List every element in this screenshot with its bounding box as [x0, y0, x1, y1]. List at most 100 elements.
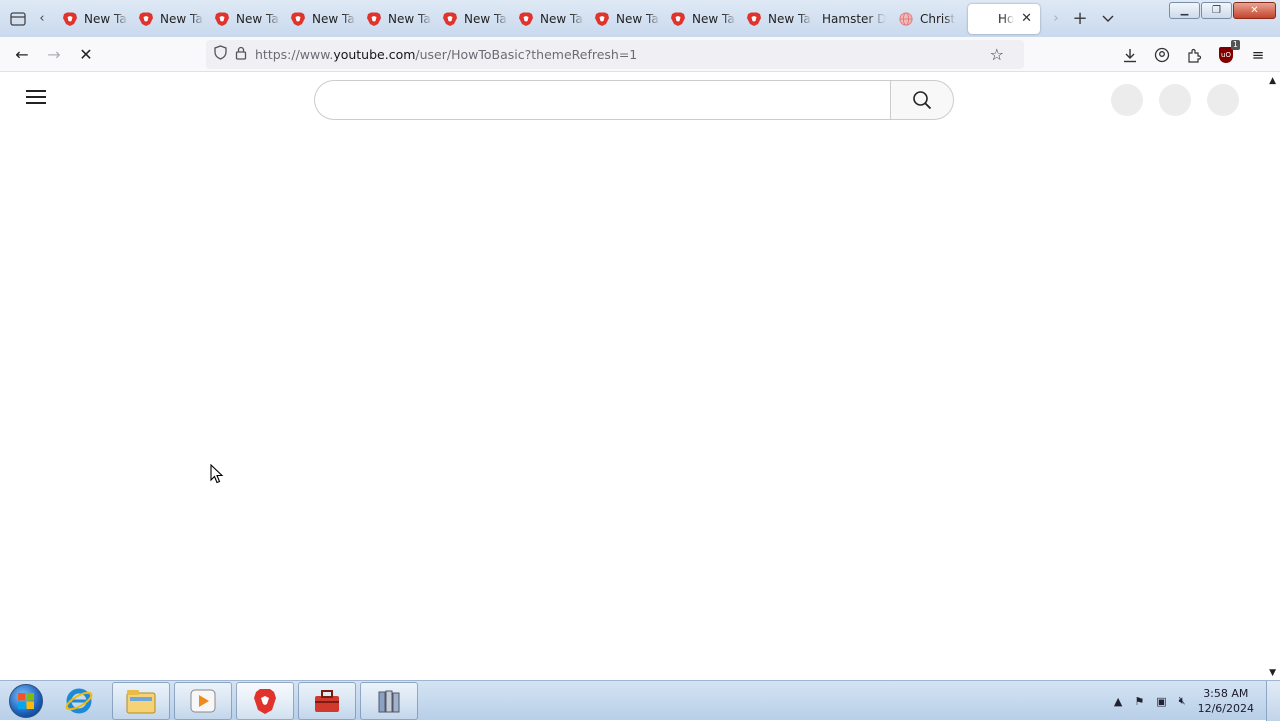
clock-time: 3:58 AM [1203, 687, 1249, 700]
tab-8[interactable]: New Tab [660, 4, 736, 34]
globe-icon [899, 11, 913, 26]
tab-3[interactable]: New Tab [280, 4, 356, 34]
navigation-bar: ← → ✕ https://www.youtube.com/user/HowTo… [0, 37, 1280, 72]
tab-label: New Tab [540, 11, 584, 26]
tab-active-label: Ho [998, 11, 1015, 26]
downloads-icon[interactable] [1114, 40, 1146, 70]
search-box [314, 80, 954, 120]
brave-lion-icon [671, 12, 685, 26]
account-icon[interactable] [1146, 40, 1178, 70]
mouse-cursor-icon [210, 463, 224, 487]
tab-strip: ‹ New TabNew TabNew TabNew TabNew TabNew… [0, 0, 1280, 37]
clock-date: 12/6/2024 [1197, 702, 1254, 715]
extensions-puzzle-icon[interactable] [1178, 40, 1210, 70]
tab-label: New Tab [236, 11, 280, 26]
toolbox-icon [315, 689, 339, 712]
placeholder-circle-icon [1111, 84, 1143, 116]
brave-lion-icon [139, 12, 153, 26]
search-icon [913, 91, 932, 110]
taskbar-clock[interactable]: 3:58 AM 12/6/2024 [1198, 686, 1254, 716]
action-center-flag-icon[interactable]: ⚑ [1134, 695, 1144, 708]
close-window-button[interactable]: ✕ [1233, 2, 1276, 19]
tab-label: New Tab [84, 11, 128, 26]
tab-active[interactable]: Ho ✕ [968, 3, 1040, 34]
taskbar-toolbox-app[interactable] [298, 681, 356, 720]
tab-overflow-chevron-icon[interactable] [1094, 5, 1122, 33]
tab-label: New Tab [616, 11, 660, 26]
lock-icon[interactable] [235, 46, 247, 64]
tab-0[interactable]: New Tab [52, 4, 128, 34]
tab-label: Christ [920, 11, 956, 26]
scroll-down-arrow-icon[interactable]: ▼ [1269, 668, 1276, 678]
extension-count-badge: 1 [1230, 40, 1240, 50]
brave-lion-icon [519, 12, 533, 26]
tab-label: Hamster D [822, 11, 887, 26]
search-input[interactable] [314, 80, 890, 120]
brave-lion-icon [215, 12, 229, 26]
bookmark-star-icon[interactable]: ☆ [990, 45, 1004, 64]
tab-label: New Tab [312, 11, 356, 26]
brave-lion-icon [367, 12, 381, 26]
windows-taskbar: ▲ ⚑ ▣ 🔇︎ 3:58 AM 12/6/2024 [0, 680, 1280, 721]
taskbar-brave-browser[interactable] [236, 681, 294, 720]
window-controls: ▁ ❐ ✕ [1168, 2, 1276, 19]
tab-1[interactable]: New Tab [128, 4, 204, 34]
tab-label: New Tab [692, 11, 736, 26]
tab-10[interactable]: Hamster D [812, 4, 888, 34]
tab-9[interactable]: New Tab [736, 4, 812, 34]
toolbar-right: uO 1 ≡ [1114, 40, 1274, 70]
tabs-container: New Tab New Tab New Tab New Tab New Tab New T… [52, 4, 964, 34]
new-tab-plus-icon[interactable]: + [1066, 5, 1094, 33]
tab-label: New Tab [388, 11, 432, 26]
archive-books-icon [378, 690, 400, 712]
search-button[interactable] [890, 80, 954, 120]
tab-2[interactable]: New Tab [204, 4, 280, 34]
tracking-protection-shield-icon[interactable] [214, 45, 227, 64]
stop-loading-icon[interactable]: ✕ [70, 39, 102, 69]
show-desktop-button[interactable] [1266, 681, 1280, 721]
guide-menu-icon[interactable] [26, 90, 46, 106]
taskbar-media-player[interactable] [174, 681, 232, 720]
back-arrow-icon[interactable]: ← [6, 39, 38, 69]
brave-lion-icon [254, 688, 276, 714]
scroll-up-arrow-icon[interactable]: ▲ [1269, 76, 1276, 86]
scroll-tabs-right-icon[interactable]: › [1046, 5, 1066, 33]
tab-6[interactable]: New Tab [508, 4, 584, 34]
tab-5[interactable]: New Tab [432, 4, 508, 34]
network-icon[interactable]: ▣ [1156, 695, 1166, 708]
taskbar-internet-explorer[interactable] [50, 682, 108, 720]
tab-label: New Tab [160, 11, 204, 26]
forward-arrow-icon[interactable]: → [38, 39, 70, 69]
brave-lion-icon [63, 12, 77, 26]
restore-window-button[interactable]: ❐ [1201, 2, 1232, 19]
tab-label: New Tab [464, 11, 508, 26]
tab-4[interactable]: New Tab [356, 4, 432, 34]
taskbar-file-explorer[interactable] [112, 681, 170, 720]
brave-lion-icon [595, 12, 609, 26]
windows-logo-icon [9, 683, 43, 718]
show-hidden-icons-arrow-icon[interactable]: ▲ [1114, 695, 1122, 708]
minimize-window-button[interactable]: ▁ [1169, 2, 1200, 19]
avatar-placeholder-icon [1207, 84, 1239, 116]
brave-lion-icon [291, 12, 305, 26]
taskbar-archive-app[interactable] [360, 681, 418, 720]
placeholder-circle-icon [1159, 84, 1191, 116]
ublock-origin-extension-icon[interactable]: uO 1 [1210, 40, 1242, 70]
tab-11[interactable]: Christ [888, 4, 964, 34]
internet-explorer-icon [65, 688, 93, 713]
page-content: ▲ ▼ [0, 72, 1280, 680]
address-bar[interactable]: https://www.youtube.com/user/HowToBasic?… [206, 40, 1024, 69]
volume-muted-icon[interactable]: 🔇︎ [1179, 694, 1186, 708]
brave-lion-icon [443, 12, 457, 26]
url-text[interactable]: https://www.youtube.com/user/HowToBasic?… [255, 47, 637, 62]
close-tab-icon[interactable]: ✕ [1021, 11, 1032, 26]
scroll-tabs-left-icon[interactable]: ‹ [32, 5, 52, 33]
folder-icon [126, 689, 156, 713]
brave-lion-icon [747, 12, 761, 26]
start-button[interactable] [6, 681, 46, 721]
media-player-icon [190, 689, 216, 712]
tab-list-icon[interactable] [4, 5, 32, 33]
system-tray: ▲ ⚑ ▣ 🔇︎ 3:58 AM 12/6/2024 [1108, 681, 1280, 721]
app-menu-hamburger-icon[interactable]: ≡ [1242, 40, 1274, 70]
tab-7[interactable]: New Tab [584, 4, 660, 34]
